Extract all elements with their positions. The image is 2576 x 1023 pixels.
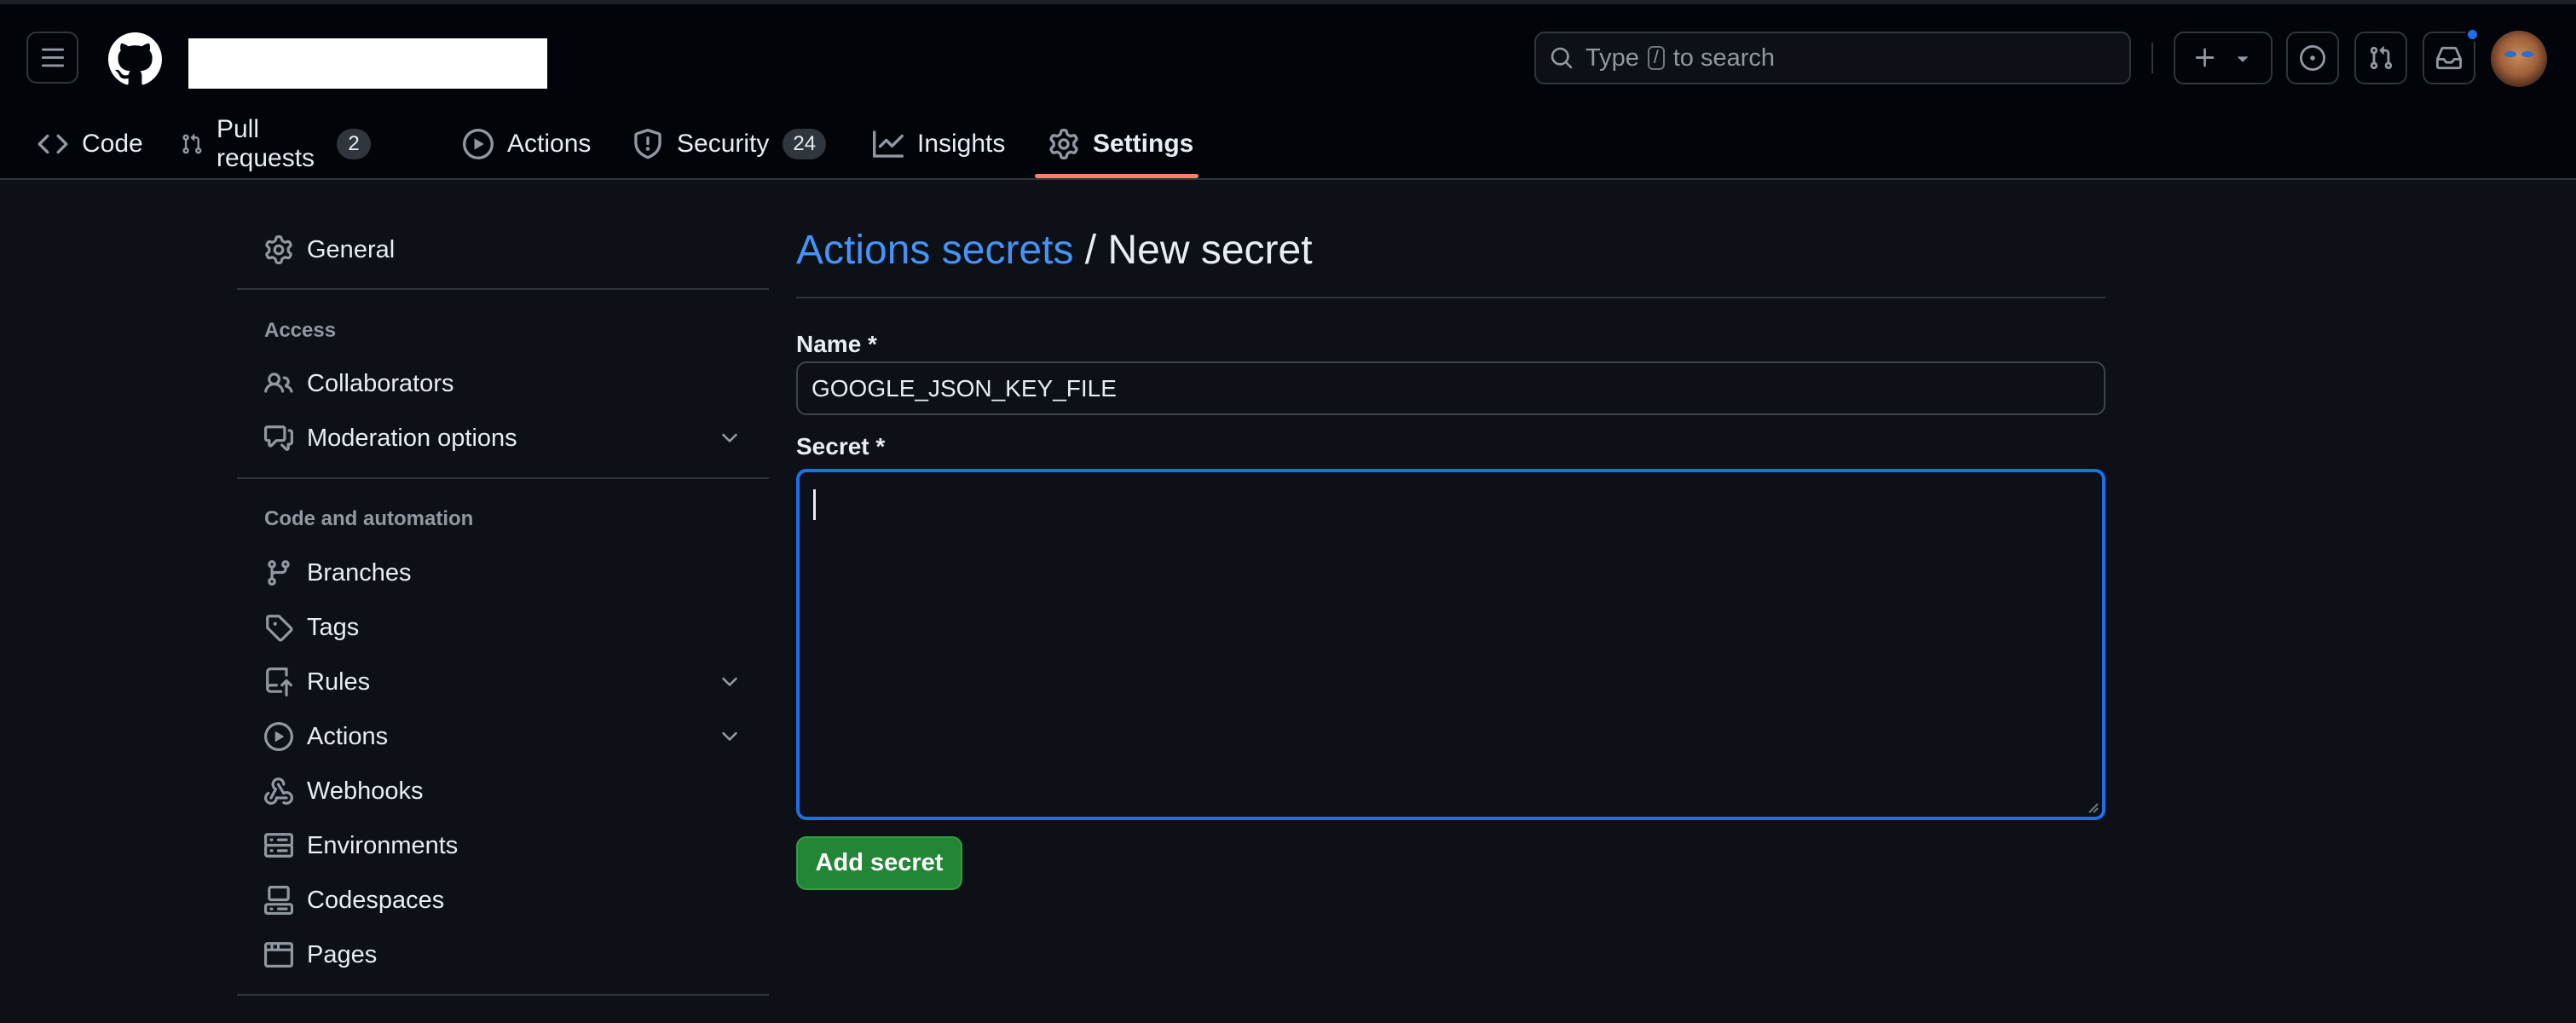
- sidebar-item-collaborators[interactable]: Collaborators: [237, 357, 769, 410]
- secret-value-textarea[interactable]: [796, 469, 2105, 820]
- name-label: Name *: [796, 331, 877, 357]
- security-count-badge: 24: [783, 129, 827, 159]
- active-tab-indicator: [1035, 174, 1198, 178]
- server-icon: [264, 833, 293, 858]
- search-shortcut-key: /: [1647, 46, 1665, 70]
- title-divider: [796, 297, 2105, 298]
- sidebar-item-label: Branches: [307, 558, 412, 587]
- sidebar-heading-access: Access: [264, 319, 337, 342]
- tab-code[interactable]: Code: [24, 109, 157, 179]
- search-icon: [1551, 47, 1573, 69]
- webhook-icon: [264, 777, 293, 805]
- repository-name-redacted: [188, 38, 547, 89]
- plus-icon: [2195, 48, 2215, 67]
- sidebar-item-moderation-options[interactable]: Moderation options: [237, 412, 769, 465]
- search-input[interactable]: Type / to search: [1534, 32, 2131, 84]
- sidebar-item-label: Pages: [307, 940, 378, 968]
- git-branch-icon: [268, 560, 290, 586]
- avatar-detail: [2521, 51, 2533, 57]
- sidebar-item-rules[interactable]: Rules: [237, 656, 769, 708]
- sidebar-item-label: Moderation options: [307, 424, 517, 452]
- sidebar-item-actions[interactable]: Actions: [237, 710, 769, 763]
- tab-label: Code: [82, 130, 143, 158]
- sidebar-item-webhooks[interactable]: Webhooks: [237, 765, 769, 818]
- sidebar-item-label: Codespaces: [307, 886, 445, 914]
- search-suffix: to search: [1672, 43, 1776, 72]
- tab-actions[interactable]: Actions: [449, 109, 604, 179]
- inbox-icon: [2436, 46, 2462, 70]
- code-icon: [38, 134, 68, 154]
- sidebar-item-label: Tags: [307, 613, 360, 641]
- sidebar-item-codespaces[interactable]: Codespaces: [237, 874, 769, 927]
- sidebar-item-label: Webhooks: [307, 777, 424, 805]
- breadcrumb-separator: /: [1084, 228, 1097, 273]
- browser-icon: [264, 942, 293, 968]
- gear-icon: [1049, 129, 1078, 159]
- chevron-down-icon: [722, 731, 737, 741]
- page-title-text: New secret: [1107, 228, 1313, 273]
- git-pull-request-icon: [2370, 46, 2393, 70]
- secret-name-field[interactable]: GOOGLE_JSON_KEY_FILE: [796, 361, 2105, 415]
- global-header: Type / to search Code Pull requests 2 Ac…: [0, 0, 2576, 180]
- tab-label: Settings: [1093, 130, 1194, 158]
- page-title: Actions secrets / New secret: [796, 227, 1313, 274]
- tab-pull-requests[interactable]: Pull requests 2: [167, 109, 384, 179]
- add-secret-button[interactable]: Add secret: [796, 836, 962, 890]
- gear-icon: [265, 235, 292, 264]
- sidebar-divider: [237, 288, 769, 290]
- text-cursor: [813, 489, 816, 520]
- sidebar-item-branches[interactable]: Branches: [237, 546, 769, 599]
- secret-label: Secret *: [796, 433, 886, 459]
- tab-label: Security: [677, 130, 770, 158]
- tab-label: Actions: [507, 130, 592, 158]
- sidebar-item-label: General: [307, 235, 396, 263]
- pull-requests-count-badge: 2: [337, 129, 372, 159]
- avatar-detail: [2504, 51, 2516, 57]
- breadcrumb-actions-secrets-link[interactable]: Actions secrets: [796, 228, 1073, 273]
- sidebar-heading-code-automation: Code and automation: [264, 507, 474, 530]
- triangle-down-icon: [2238, 56, 2248, 62]
- resize-handle-icon[interactable]: [2085, 800, 2099, 813]
- play-icon: [463, 129, 494, 159]
- git-pull-request-icon: [182, 133, 202, 154]
- notification-indicator: [2465, 27, 2480, 42]
- tab-settings[interactable]: Settings: [1035, 109, 1207, 179]
- hamburger-icon: [41, 48, 64, 66]
- search-prefix: Type: [1585, 43, 1639, 72]
- play-icon: [264, 722, 293, 751]
- shield-icon: [634, 129, 661, 159]
- sidebar-item-label: Actions: [307, 722, 389, 750]
- tab-security[interactable]: Security 24: [619, 109, 840, 179]
- sidebar-item-tags[interactable]: Tags: [237, 601, 769, 654]
- tab-label: Pull requests: [216, 115, 315, 172]
- comment-discussion-icon: [264, 425, 293, 451]
- issue-opened-icon: [2300, 45, 2325, 71]
- create-new-button[interactable]: [2174, 32, 2273, 84]
- people-icon: [264, 373, 293, 393]
- chevron-down-icon: [722, 433, 737, 442]
- sidebar-divider: [237, 994, 769, 996]
- pull-requests-button[interactable]: [2354, 32, 2407, 84]
- sidebar-item-label: Environments: [307, 831, 459, 859]
- sidebar-item-label: Rules: [307, 668, 371, 696]
- sidebar-item-environments[interactable]: Environments: [237, 819, 769, 872]
- sidebar-item-general[interactable]: General: [237, 223, 769, 276]
- menu-button[interactable]: [26, 32, 78, 84]
- graph-icon: [873, 130, 904, 158]
- issues-button[interactable]: [2286, 32, 2339, 84]
- chevron-down-icon: [722, 677, 737, 686]
- header-divider: [2151, 43, 2153, 73]
- sidebar-divider: [237, 477, 769, 479]
- sidebar-item-label: Collaborators: [307, 369, 454, 397]
- tab-insights[interactable]: Insights: [859, 109, 1019, 179]
- repo-push-icon: [266, 668, 292, 696]
- github-logo-icon[interactable]: [108, 32, 162, 86]
- user-avatar[interactable]: [2491, 31, 2547, 87]
- tag-icon: [266, 615, 293, 642]
- top-border: [0, 0, 2576, 4]
- codespaces-icon: [264, 886, 293, 915]
- search-placeholder: Type / to search: [1585, 44, 1775, 72]
- tab-label: Insights: [917, 130, 1006, 158]
- sidebar-item-pages[interactable]: Pages: [237, 928, 769, 981]
